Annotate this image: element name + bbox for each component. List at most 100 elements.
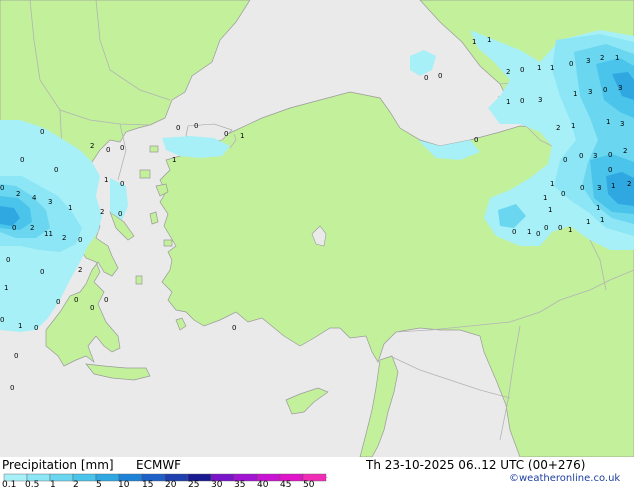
value-label: 1 [543,194,547,202]
value-label: 0 [40,128,44,136]
land-lemnos [139,169,151,179]
legend-tick: 40 [257,480,269,490]
value-label: 1 [611,182,615,190]
value-label: 0 [10,384,14,392]
value-label: 0 [120,180,124,188]
value-label: 11 [44,230,53,238]
value-label: 0 [14,352,18,360]
value-label: 1 [4,284,8,292]
legend-tick: 45 [280,480,292,490]
value-label: 0 [580,184,584,192]
value-label: 0 [603,86,607,94]
value-label: 1 [571,122,575,130]
value-label: 1 [596,204,600,212]
value-label: 0 [512,228,516,236]
value-label: 3 [48,198,52,206]
value-label: 2 [16,190,20,198]
value-label: 0 [40,268,44,276]
value-label: 0 [194,122,198,130]
legend-tick: 35 [234,480,246,490]
value-label: 1 [600,216,604,224]
value-label: 3 [618,84,622,92]
value-label: 0 [78,236,82,244]
value-label: 1 [568,226,572,234]
value-label: 4 [32,194,37,202]
value-label: 0 [232,324,236,332]
value-label: 2 [556,124,560,132]
value-label: 0 [12,224,16,232]
value-label: 0 [224,130,228,138]
land-samos [163,239,173,247]
value-label: 0 [561,190,565,198]
value-label: 0 [558,224,562,232]
value-label: 2 [78,266,82,274]
value-label: 0 [120,144,124,152]
value-label: 3 [593,152,597,160]
value-label: 0 [520,97,524,105]
value-label: 0 [34,324,38,332]
value-label: 3 [586,57,590,65]
value-label: 1 [527,228,531,236]
value-label: 1 [537,64,541,72]
value-label: 3 [538,96,542,104]
valid-time: Th 23-10-2025 06..12 UTC (00+276) [366,458,586,472]
value-label: 0 [106,146,110,154]
value-label: 0 [474,136,478,144]
value-label: 2 [90,142,94,150]
value-label: 1 [506,98,510,106]
legend-tick: 50 [303,480,315,490]
precipitation-map: 1 1 0 0 2 0 1 1 0 3 2 1 1 3 0 3 1 0 3 1 … [0,0,634,457]
value-label: 0 [520,66,524,74]
land-thasos [149,145,159,153]
value-label: 1 [550,180,554,188]
legend-tick: 25 [188,480,200,490]
legend-tick: 5 [96,480,102,490]
legend-tick: 0.1 [2,480,17,490]
legend-tick: 1 [50,480,56,490]
value-label: 1 [606,118,610,126]
value-label: 0 [0,316,4,324]
value-label: 1 [586,218,590,226]
value-label: 3 [597,184,601,192]
value-label: 0 [608,166,612,174]
value-label: 0 [424,74,428,82]
legend-ticks: 0.1 0.5 1 2 5 10 15 20 25 30 35 40 45 50 [0,481,634,490]
value-label: 1 [573,90,577,98]
value-label: 1 [548,206,552,214]
legend-tick: 15 [142,480,154,490]
value-label: 1 [172,156,176,164]
value-label: 0 [104,296,108,304]
legend-tick: 20 [165,480,177,490]
value-label: 2 [30,224,34,232]
value-label: 0 [56,298,60,306]
land-naxos [135,275,143,285]
value-label: 3 [620,120,624,128]
value-label: 2 [100,208,104,216]
value-label: 1 [18,322,22,330]
value-label: 1 [68,204,72,212]
value-label: 2 [627,180,631,188]
value-label: 2 [600,54,604,62]
legend-tick: 2 [73,480,79,490]
value-label: 1 [487,36,491,44]
legend-tick: 30 [211,480,223,490]
value-label: 0 [608,151,612,159]
value-label: 0 [438,72,442,80]
value-label: 2 [506,68,510,76]
value-label: 1 [240,132,244,140]
value-label: 2 [62,234,66,242]
legend-tick: 0.5 [25,480,40,490]
value-label: 0 [579,152,583,160]
legend-tick: 10 [118,480,130,490]
value-label: 0 [118,210,122,218]
value-label: 1 [104,176,108,184]
value-label: 1 [472,38,476,46]
value-label: 0 [176,124,180,132]
product-label: Precipitation [mm] [2,458,114,472]
value-label: 0 [0,184,4,192]
value-label: 1 [615,54,619,62]
value-label: 0 [569,60,573,68]
value-label: 0 [536,230,540,238]
value-label: 0 [544,224,548,232]
value-label: 2 [623,147,627,155]
